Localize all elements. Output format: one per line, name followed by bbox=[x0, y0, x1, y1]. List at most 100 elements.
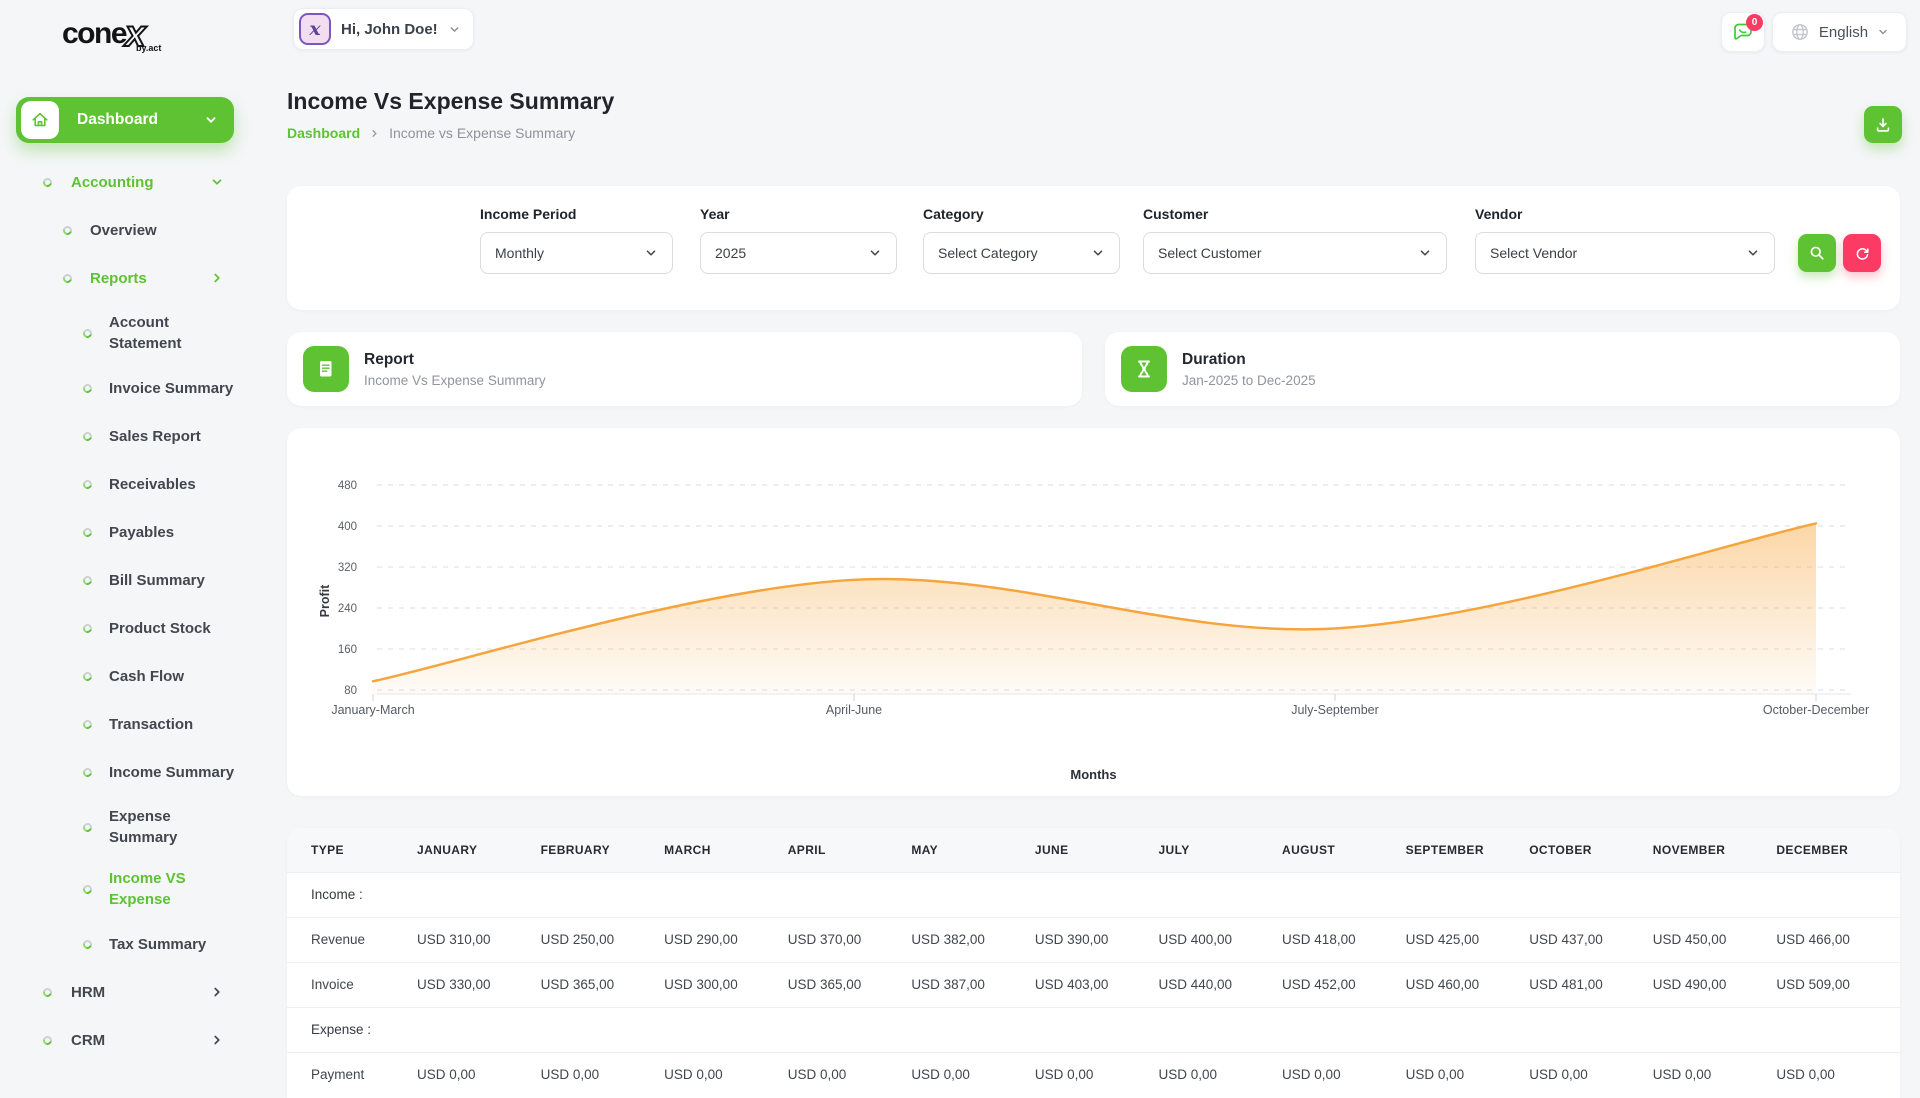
amount-cell: USD 330,00 bbox=[417, 962, 541, 1007]
breadcrumb-current: Income vs Expense Summary bbox=[389, 125, 575, 141]
column-header: MAY bbox=[911, 828, 1035, 872]
amount-cell: USD 0,00 bbox=[1776, 1052, 1900, 1097]
duration-card-title: Duration bbox=[1182, 351, 1316, 369]
refresh-icon bbox=[1854, 245, 1871, 262]
sidebar-item-hrm[interactable]: HRM bbox=[0, 968, 260, 1016]
selected-value: Select Customer bbox=[1158, 245, 1261, 261]
amount-cell: USD 481,00 bbox=[1529, 962, 1653, 1007]
ring-bullet-icon bbox=[81, 883, 93, 895]
ring-bullet-icon bbox=[81, 670, 93, 682]
amount-cell: USD 0,00 bbox=[1282, 1052, 1406, 1097]
amount-cell: USD 0,00 bbox=[417, 1052, 541, 1097]
sidebar-item-payables[interactable]: Payables bbox=[0, 508, 260, 556]
year-select[interactable]: 2025 bbox=[700, 232, 897, 274]
row-label: Invoice bbox=[287, 962, 417, 1007]
sidebar-item-income-summary[interactable]: Income Summary bbox=[0, 748, 260, 796]
amount-cell: USD 0,00 bbox=[911, 1052, 1035, 1097]
user-menu-button[interactable]: x Hi, John Doe! bbox=[293, 8, 474, 50]
breadcrumb-dashboard-link[interactable]: Dashboard bbox=[287, 125, 360, 141]
amount-cell: USD 0,00 bbox=[664, 1052, 788, 1097]
hourglass-icon bbox=[1121, 346, 1167, 392]
search-button[interactable] bbox=[1798, 234, 1836, 272]
sidebar-item-label: Income VS Expense bbox=[109, 868, 209, 910]
sidebar-item-label: Income Summary bbox=[109, 762, 234, 783]
svg-text:80: 80 bbox=[344, 685, 357, 697]
category-select[interactable]: Select Category bbox=[923, 232, 1120, 274]
sidebar-item-income-vs-expense[interactable]: Income VS Expense bbox=[0, 858, 260, 920]
row-label: Payment bbox=[287, 1052, 417, 1097]
profit-area-chart: 80160240320400480 January-MarchApril-Jun… bbox=[311, 456, 1876, 736]
table-header: TYPEJANUARYFEBRUARYMARCHAPRILMAYJUNEJULY… bbox=[287, 828, 1900, 872]
svg-text:July-September: July-September bbox=[1291, 703, 1379, 717]
ring-bullet-icon bbox=[61, 272, 73, 284]
chevron-down-icon bbox=[644, 246, 658, 260]
sidebar-item-reports[interactable]: Reports bbox=[0, 254, 260, 302]
sidebar-item-overview[interactable]: Overview bbox=[0, 206, 260, 254]
sidebar-item-label: Reports bbox=[90, 268, 147, 289]
language-selector[interactable]: English bbox=[1772, 12, 1907, 52]
amount-cell: USD 403,00 bbox=[1035, 962, 1159, 1007]
amount-cell: USD 0,00 bbox=[1529, 1052, 1653, 1097]
amount-cell: USD 437,00 bbox=[1529, 917, 1653, 962]
column-header: APRIL bbox=[788, 828, 912, 872]
sidebar-item-cash-flow[interactable]: Cash Flow bbox=[0, 652, 260, 700]
amount-cell: USD 310,00 bbox=[417, 917, 541, 962]
sidebar-item-label: CRM bbox=[71, 1030, 105, 1051]
amount-cell: USD 425,00 bbox=[1406, 917, 1530, 962]
column-header: JULY bbox=[1158, 828, 1282, 872]
ring-bullet-icon bbox=[81, 574, 93, 586]
sidebar-item-receivables[interactable]: Receivables bbox=[0, 460, 260, 508]
chevron-right-icon bbox=[369, 128, 380, 139]
column-header: FEBRUARY bbox=[541, 828, 665, 872]
sidebar-item-label: Receivables bbox=[109, 474, 196, 495]
refresh-button[interactable] bbox=[1843, 234, 1881, 272]
svg-text:160: 160 bbox=[338, 644, 357, 656]
sidebar-item-label: Transaction bbox=[109, 714, 193, 735]
chevron-down-icon bbox=[1877, 26, 1889, 38]
section-label: Income : bbox=[287, 872, 1900, 917]
sidebar-item-tax-summary[interactable]: Tax Summary bbox=[0, 920, 260, 968]
chevron-down-icon bbox=[448, 23, 461, 36]
download-button[interactable] bbox=[1864, 106, 1902, 143]
svg-text:400: 400 bbox=[338, 521, 357, 533]
year-label: Year bbox=[700, 206, 897, 222]
amount-cell: USD 387,00 bbox=[911, 962, 1035, 1007]
sidebar-item-dashboard[interactable]: Dashboard bbox=[16, 97, 234, 143]
chevron-down-icon bbox=[868, 246, 882, 260]
sidebar-item-crm[interactable]: CRM bbox=[0, 1016, 260, 1064]
sidebar-item-label: Sales Report bbox=[109, 426, 201, 447]
duration-card-subtitle: Jan-2025 to Dec-2025 bbox=[1182, 373, 1316, 388]
svg-text:October-December: October-December bbox=[1763, 703, 1869, 717]
ring-bullet-icon bbox=[81, 526, 93, 538]
sidebar-item-transaction[interactable]: Transaction bbox=[0, 700, 260, 748]
income-period-select[interactable]: Monthly bbox=[480, 232, 673, 274]
notifications-button[interactable]: 0 bbox=[1721, 12, 1765, 52]
svg-text:480: 480 bbox=[338, 480, 357, 492]
column-header: OCTOBER bbox=[1529, 828, 1653, 872]
svg-text:320: 320 bbox=[338, 562, 357, 574]
sidebar-item-invoice-summary[interactable]: Invoice Summary bbox=[0, 364, 260, 412]
sidebar-item-sales-report[interactable]: Sales Report bbox=[0, 412, 260, 460]
brand-logo: conex by.act bbox=[62, 10, 212, 58]
report-card-title: Report bbox=[364, 351, 546, 369]
breadcrumb: Dashboard Income vs Expense Summary bbox=[287, 125, 575, 141]
customer-select[interactable]: Select Customer bbox=[1143, 232, 1447, 274]
notification-badge: 0 bbox=[1746, 14, 1763, 31]
amount-cell: USD 400,00 bbox=[1158, 917, 1282, 962]
duration-card: Duration Jan-2025 to Dec-2025 bbox=[1105, 332, 1900, 406]
chevron-right-icon bbox=[210, 1033, 224, 1047]
sidebar-item-expense-summary[interactable]: Expense Summary bbox=[0, 796, 260, 858]
ring-bullet-icon bbox=[81, 327, 93, 339]
column-header: DECEMBER bbox=[1776, 828, 1900, 872]
sidebar-item-account-statement[interactable]: Account Statement bbox=[0, 302, 260, 364]
sidebar-item-product-stock[interactable]: Product Stock bbox=[0, 604, 260, 652]
category-label: Category bbox=[923, 206, 1120, 222]
language-label: English bbox=[1819, 24, 1868, 41]
column-header: JANUARY bbox=[417, 828, 541, 872]
ring-bullet-icon bbox=[81, 821, 93, 833]
sidebar-item-bill-summary[interactable]: Bill Summary bbox=[0, 556, 260, 604]
selected-value: Select Vendor bbox=[1490, 245, 1577, 261]
sidebar-item-accounting[interactable]: Accounting bbox=[0, 158, 260, 206]
vendor-select[interactable]: Select Vendor bbox=[1475, 232, 1775, 274]
chart-xaxis-title: Months bbox=[287, 767, 1900, 782]
